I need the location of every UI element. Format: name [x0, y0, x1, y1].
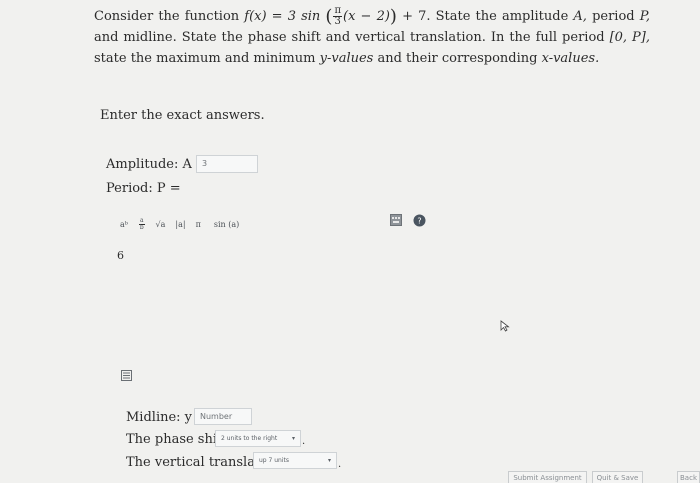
sin-button[interactable]: sin (a)	[206, 215, 247, 233]
phase-shift-selected: 2 units to the right	[221, 435, 278, 442]
interval: [0, P],	[609, 30, 650, 45]
period-symbol: P,	[639, 9, 650, 24]
problem-text: and midline. State the phase shift and v…	[94, 30, 605, 45]
keyboard-icon[interactable]	[389, 213, 403, 227]
y-values: y-values	[319, 51, 374, 66]
abs-button[interactable]: |a|	[170, 215, 190, 233]
calculator-icon[interactable]	[119, 368, 133, 382]
problem-text: Consider the function	[94, 9, 240, 24]
midline-input[interactable]: Number	[194, 408, 252, 425]
instructions: Enter the exact answers.	[100, 108, 265, 123]
math-toolbar: aᵇ ab √a |a| π sin (a)	[115, 214, 247, 234]
function-fraction: π3	[333, 5, 343, 27]
chevron-down-icon: ▾	[327, 457, 331, 464]
problem-text: period	[592, 9, 635, 24]
help-icon[interactable]: ?	[412, 213, 426, 227]
period-punct: .	[338, 459, 342, 470]
submit-assignment-button[interactable]: Submit Assignment	[508, 471, 587, 483]
vertical-translation-dropdown[interactable]: up 7 units ▾	[253, 452, 337, 469]
amplitude-input[interactable]: 3	[196, 155, 258, 173]
vertical-translation-selected: up 7 units	[259, 457, 289, 464]
period-editor-value[interactable]: 6	[117, 249, 124, 262]
sqrt-button[interactable]: √a	[151, 215, 171, 233]
phase-shift-dropdown[interactable]: 2 units to the right ▾	[215, 430, 301, 447]
quit-save-button[interactable]: Quit & Save	[592, 471, 643, 483]
fraction-button[interactable]: ab	[133, 215, 151, 233]
mouse-cursor-icon	[498, 319, 512, 333]
svg-text:?: ?	[417, 216, 421, 225]
chevron-down-icon: ▾	[291, 435, 295, 442]
period-punct: .	[302, 436, 306, 447]
power-button[interactable]: aᵇ	[115, 215, 133, 233]
x-values: x-values.	[541, 51, 600, 66]
pi-button[interactable]: π	[191, 215, 206, 233]
back-button[interactable]: Back	[677, 471, 700, 483]
period-label: Period: P =	[106, 181, 181, 196]
problem-text: State the amplitude	[435, 9, 569, 24]
function-lhs: f(x) = 3 sin	[244, 9, 321, 24]
amplitude-label: Amplitude: A =	[106, 157, 207, 172]
problem-text: and their corresponding	[377, 51, 538, 66]
amplitude-symbol: A,	[573, 9, 587, 24]
function-tail: + 7.	[402, 9, 431, 24]
function-inner: (x − 2)	[343, 9, 390, 24]
problem-text: state the maximum and minimum	[94, 51, 316, 66]
problem-statement: Consider the function f(x) = 3 sin (π 3 (x…	[94, 5, 650, 67]
